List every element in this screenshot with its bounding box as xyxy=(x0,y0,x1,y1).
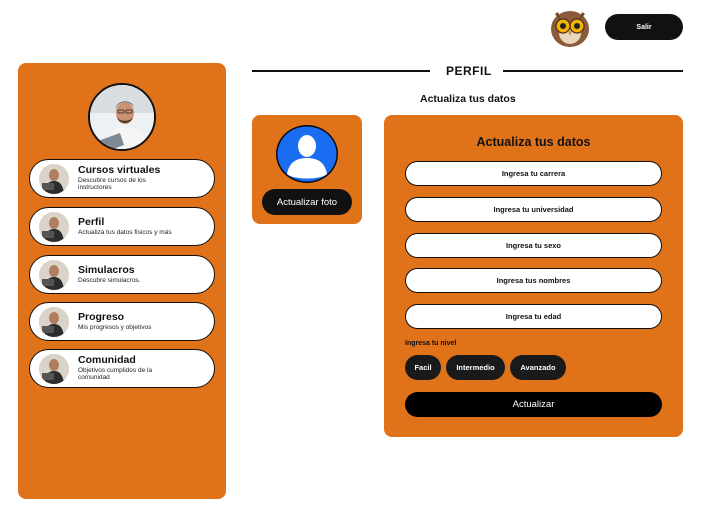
sidebar-item-description: Actualiza tus datos fisicos y más xyxy=(78,228,172,236)
career-input[interactable] xyxy=(405,161,662,186)
page-subtitle: Actualiza tus datos xyxy=(420,93,516,105)
age-input[interactable] xyxy=(405,304,662,329)
level-intermedio-button[interactable]: Intermedio xyxy=(446,355,505,380)
update-data-form: Actualiza tus datos Ingresa tu nivel Fac… xyxy=(384,115,683,437)
progress-thumbnail xyxy=(39,306,69,337)
title-divider-right xyxy=(503,70,683,72)
sidebar: Cursos virtuales Descubre cursos de los … xyxy=(18,63,226,499)
photo-card: Actualizar foto xyxy=(252,115,362,224)
simulation-thumbnail xyxy=(39,259,69,290)
university-input[interactable] xyxy=(405,197,662,222)
sidebar-item-title: Comunidad xyxy=(78,354,136,367)
sidebar-item-progreso[interactable]: Progreso Mis progresos y objetivos xyxy=(29,302,215,341)
form-title: Actualiza tus datos xyxy=(476,135,591,149)
owl-logo-icon xyxy=(551,11,589,47)
sidebar-item-title: Simulacros xyxy=(78,263,135,276)
profile-thumbnail xyxy=(39,211,69,242)
sidebar-item-simulacros[interactable]: Simulacros Descubre simulacros. xyxy=(29,255,215,294)
submit-update-button[interactable]: Actualizar xyxy=(405,392,662,417)
level-facil-button[interactable]: Facil xyxy=(405,355,441,380)
sidebar-item-description: Descubre simulacros. xyxy=(78,276,141,284)
level-label: Ingresa tu nivel xyxy=(405,340,457,347)
page-title: PERFIL xyxy=(446,64,492,78)
sidebar-item-description: Objetivos cumplidos de la comunidad xyxy=(78,367,153,381)
course-thumbnail xyxy=(39,163,69,194)
user-photo-avatar xyxy=(88,83,156,151)
level-avanzado-button[interactable]: Avanzado xyxy=(510,355,566,380)
user-placeholder-icon xyxy=(276,125,338,183)
update-photo-button[interactable]: Actualizar foto xyxy=(262,189,352,215)
community-thumbnail xyxy=(39,353,69,384)
sidebar-item-title: Cursos virtuales xyxy=(78,164,161,177)
sidebar-item-comunidad[interactable]: Comunidad Objetivos cumplidos de la comu… xyxy=(29,349,215,388)
names-input[interactable] xyxy=(405,268,662,293)
logout-button[interactable]: Salir xyxy=(605,14,683,40)
sidebar-item-description: Descubre cursos de los instructores xyxy=(78,177,146,191)
sidebar-item-cursos-virtuales[interactable]: Cursos virtuales Descubre cursos de los … xyxy=(29,159,215,198)
sidebar-item-title: Perfil xyxy=(78,215,105,228)
sex-input[interactable] xyxy=(405,233,662,258)
sidebar-item-perfil[interactable]: Perfil Actualiza tus datos fisicos y más xyxy=(29,207,215,246)
sidebar-item-title: Progreso xyxy=(78,310,125,323)
sidebar-item-description: Mis progresos y objetivos xyxy=(78,323,152,331)
title-divider-left xyxy=(252,70,430,72)
